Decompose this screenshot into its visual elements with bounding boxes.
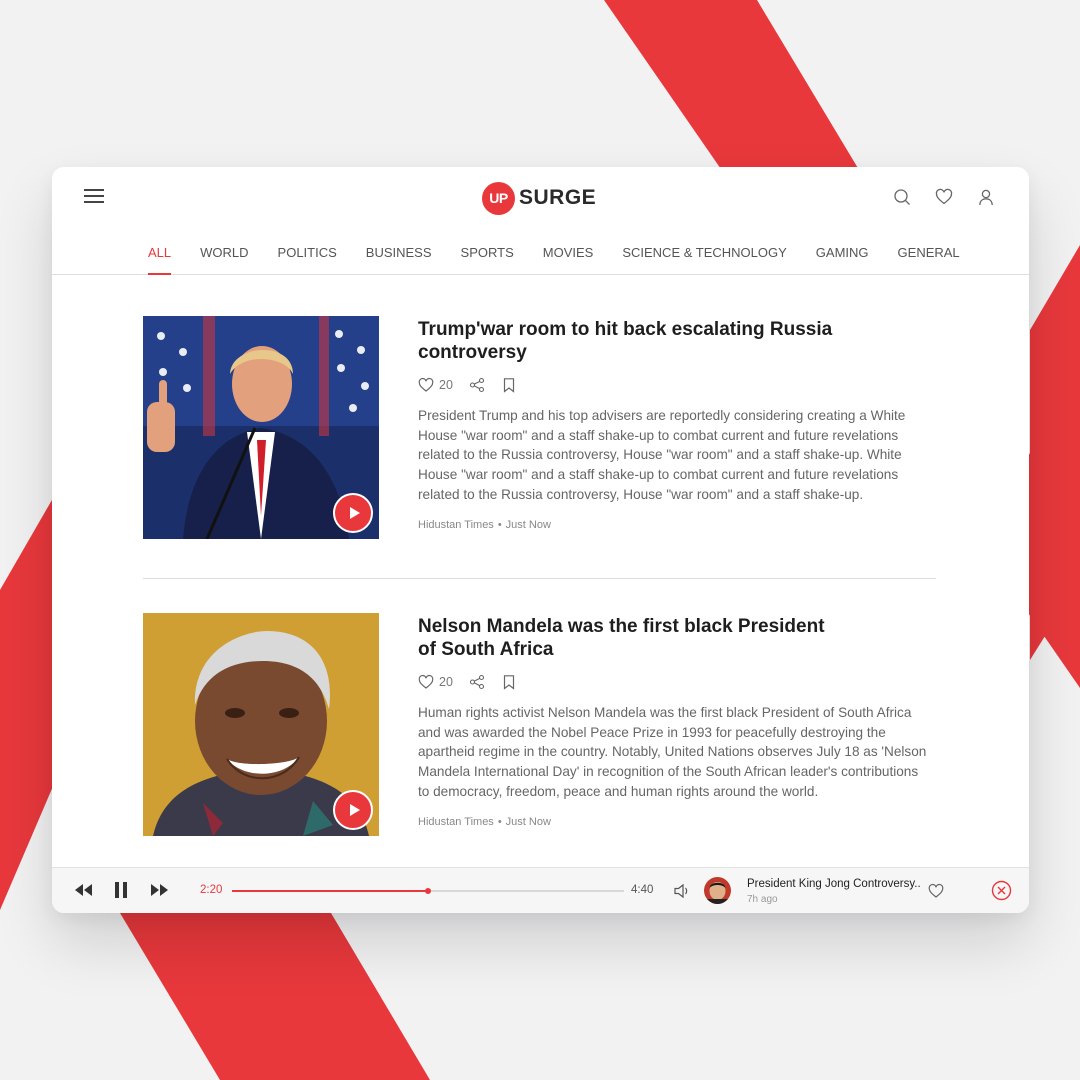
tab-science-technology[interactable]: SCIENCE & TECHNOLOGY (622, 245, 786, 274)
top-bar: UP SURGE (52, 167, 1029, 227)
tab-movies[interactable]: MOVIES (543, 245, 594, 274)
menu-icon[interactable] (84, 187, 108, 205)
share-button[interactable] (469, 674, 485, 690)
like-count: 20 (439, 378, 453, 392)
article-summary: President Trump and his top advisers are… (418, 408, 906, 502)
bookmark-button[interactable] (501, 377, 517, 393)
heart-icon (418, 674, 434, 689)
play-video-button[interactable] (333, 493, 373, 533)
like-button[interactable]: 20 (418, 674, 453, 690)
tab-politics[interactable]: POLITICS (278, 245, 337, 274)
now-playing-title[interactable]: President King Jong Controversy.. (747, 878, 921, 890)
user-icon[interactable] (977, 188, 995, 206)
article-time: Just Now (505, 815, 551, 828)
article-source[interactable]: Hidustan Times (418, 519, 494, 531)
heart-icon[interactable] (935, 188, 953, 206)
article-source[interactable]: Hidustan Times (418, 816, 494, 828)
share-icon (469, 377, 484, 393)
tab-sports[interactable]: SPORTS (461, 245, 514, 274)
tab-general[interactable]: GENERAL (898, 245, 960, 274)
article-time: Just Now (505, 518, 551, 531)
now-playing-thumbnail[interactable] (704, 877, 731, 904)
article-title[interactable]: Nelson Mandela was the first black Presi… (418, 615, 838, 661)
heart-icon[interactable] (928, 883, 944, 899)
article-meta: Hidustan Times • Just Now (418, 519, 928, 531)
heart-icon (418, 377, 434, 392)
current-time: 2:20 (200, 884, 223, 896)
tab-world[interactable]: WORLD (200, 245, 248, 274)
tab-all[interactable]: ALL (148, 245, 172, 275)
app-window: UP SURGE ALL WORLD POLITICS BUSINESS SPO… (52, 167, 1029, 913)
article-actions: 20 (418, 673, 928, 691)
article-thumbnail[interactable] (143, 316, 379, 539)
close-icon[interactable] (991, 880, 1012, 901)
search-icon[interactable] (893, 188, 911, 206)
article-divider (143, 578, 936, 579)
tab-gaming[interactable]: GAMING (816, 245, 869, 274)
rewind-icon[interactable] (74, 883, 94, 897)
tab-business[interactable]: BUSINESS (366, 245, 432, 274)
article-card: Nelson Mandela was the first black Presi… (143, 613, 936, 875)
logo-mark: UP (482, 181, 515, 215)
total-time: 4:40 (631, 884, 654, 896)
meta-separator: • (497, 518, 502, 531)
article-body: Nelson Mandela was the first black Presi… (418, 615, 928, 828)
bookmark-icon (503, 675, 515, 690)
share-icon (469, 674, 484, 690)
progress-handle[interactable] (425, 888, 431, 894)
bookmark-icon (503, 378, 515, 393)
fast-forward-icon[interactable] (149, 883, 169, 897)
article-body: Trump'war room to hit back escalating Ru… (418, 318, 928, 531)
like-count: 20 (439, 675, 453, 689)
media-player: 2:20 4:40 President King Jong Controvers… (52, 867, 1029, 913)
header-actions (893, 188, 995, 206)
share-button[interactable] (469, 377, 485, 393)
article-summary: Human rights activist Nelson Mandela was… (418, 705, 927, 799)
logo-text: SURGE (519, 186, 597, 209)
now-playing-time: 7h ago (747, 894, 778, 905)
category-nav: ALL WORLD POLITICS BUSINESS SPORTS MOVIE… (52, 233, 1029, 275)
meta-separator: • (497, 815, 502, 828)
pause-icon[interactable] (114, 881, 128, 899)
article-card: Trump'war room to hit back escalating Ru… (143, 316, 936, 578)
progress-bar[interactable] (232, 888, 624, 894)
like-button[interactable]: 20 (418, 377, 453, 393)
article-actions: 20 (418, 376, 928, 394)
article-thumbnail[interactable] (143, 613, 379, 836)
article-title[interactable]: Trump'war room to hit back escalating Ru… (418, 318, 838, 364)
news-feed: Trump'war room to hit back escalating Ru… (143, 316, 936, 875)
logo[interactable]: UP SURGE (482, 181, 596, 215)
volume-icon[interactable] (673, 882, 691, 900)
play-video-button[interactable] (333, 790, 373, 830)
article-meta: Hidustan Times • Just Now (418, 816, 928, 828)
progress-fill (232, 890, 428, 892)
bookmark-button[interactable] (501, 674, 517, 690)
